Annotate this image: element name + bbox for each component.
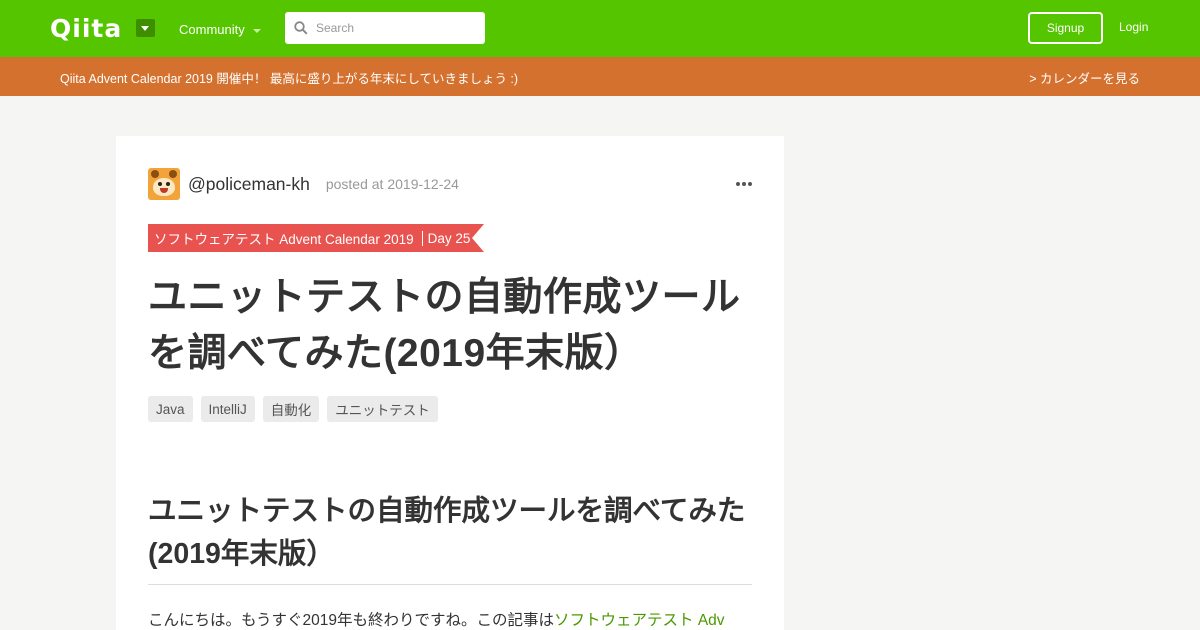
search-input[interactable]: [316, 21, 476, 35]
banner-text: Qiita Advent Calendar 2019 開催中！ 最高に盛り上がる…: [60, 72, 519, 86]
signup-button[interactable]: Signup: [1028, 12, 1103, 44]
tag-automation[interactable]: 自動化: [262, 396, 320, 422]
posted-date: posted at 2019-12-24: [325, 176, 459, 192]
search-box[interactable]: [285, 12, 485, 44]
article-card: @policeman-kh posted at 2019-12-24 ソフトウェ…: [116, 136, 784, 630]
advent-banner: Qiita Advent Calendar 2019 開催中！ 最高に盛り上がる…: [0, 57, 1200, 96]
tag-intellij[interactable]: IntelliJ: [200, 396, 255, 422]
intro-text: こんにちは。もうすぐ2019年も終わりですね。この記事は: [148, 612, 555, 629]
logo-text: Qiita: [50, 13, 123, 43]
intro-paragraph: こんにちは。もうすぐ2019年も終わりですね。この記事はソフトウェアテスト Ad…: [148, 608, 752, 630]
community-menu[interactable]: Community: [179, 22, 261, 37]
tag-unit-test[interactable]: ユニットテスト: [327, 396, 438, 422]
advent-calendar-ribbon[interactable]: ソフトウェアテスト Advent Calendar 2019 Day 25: [148, 224, 485, 252]
logo-dropdown-button[interactable]: [136, 19, 155, 37]
tag-list: Java IntelliJ 自動化 ユニットテスト: [148, 396, 438, 422]
tag-java[interactable]: Java: [148, 396, 193, 422]
calendar-day: Day 25: [427, 230, 471, 246]
qiita-logo[interactable]: Qiita: [50, 13, 123, 43]
avatar[interactable]: [148, 168, 180, 200]
login-link[interactable]: Login: [1119, 20, 1148, 34]
section-heading: ユニットテストの自動作成ツールを調べてみた(2019年末版）: [148, 490, 752, 585]
calendar-link[interactable]: > カレンダーを見る: [1029, 68, 1140, 87]
article-title: ユニットテストの自動作成ツールを調べてみた(2019年末版）: [148, 276, 741, 375]
community-label: Community: [179, 22, 245, 37]
chevron-down-icon: [252, 28, 261, 33]
author-info: @policeman-kh posted at 2019-12-24: [148, 168, 459, 200]
search-icon: [294, 21, 308, 35]
calendar-name: ソフトウェアテスト Advent Calendar 2019: [154, 232, 414, 247]
site-header: Qiita Community Signup Login: [0, 0, 1200, 57]
more-options-icon[interactable]: [736, 182, 752, 186]
author-username[interactable]: @policeman-kh: [188, 174, 310, 195]
calendar-article-link[interactable]: ソフトウェアテスト Adv: [554, 612, 725, 629]
